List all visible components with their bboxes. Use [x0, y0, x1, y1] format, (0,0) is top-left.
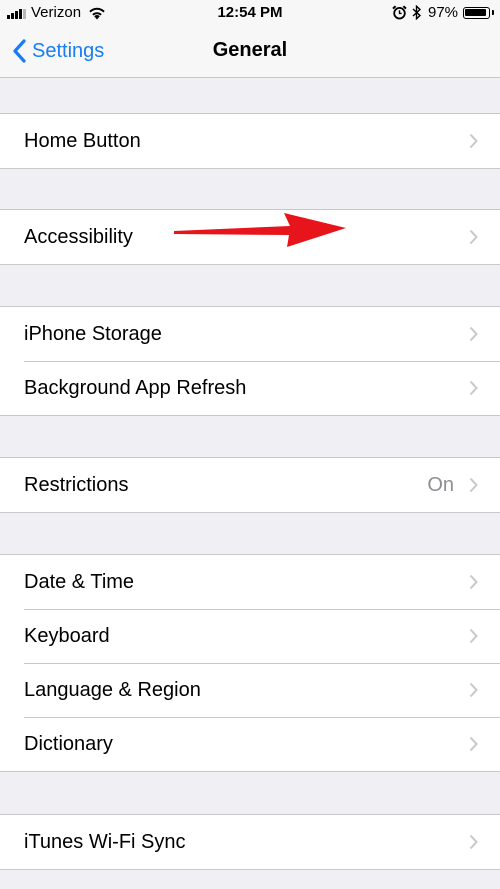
chevron-right-icon [469, 477, 478, 493]
row-itunes-wifi-sync[interactable]: iTunes Wi-Fi Sync [0, 815, 500, 869]
chevron-right-icon [469, 326, 478, 342]
row-label: iTunes Wi-Fi Sync [24, 830, 186, 853]
chevron-right-icon [469, 380, 478, 396]
settings-group-storage: iPhone Storage Background App Refresh [0, 306, 500, 416]
row-restrictions[interactable]: Restrictions On [0, 458, 500, 512]
page-title: General [212, 39, 288, 61]
settings-group-home-button: Home Button [0, 113, 500, 169]
alarm-icon [392, 5, 407, 20]
row-background-app-refresh[interactable]: Background App Refresh [0, 361, 500, 415]
row-iphone-storage[interactable]: iPhone Storage [0, 307, 500, 361]
status-bar: Verizon 12:54 PM 97% [0, 0, 500, 26]
settings-group-date-language: Date & Time Keyboard Language & Region D… [0, 554, 500, 772]
row-label: Restrictions [24, 473, 129, 496]
chevron-right-icon [469, 229, 478, 245]
row-home-button[interactable]: Home Button [0, 114, 500, 168]
chevron-right-icon [469, 628, 478, 644]
chevron-right-icon [469, 574, 478, 590]
annotation-arrow-icon [174, 213, 346, 247]
bluetooth-icon [412, 5, 422, 20]
battery-percent: 97% [428, 4, 459, 21]
row-label: iPhone Storage [24, 322, 162, 345]
chevron-right-icon [469, 736, 478, 752]
row-label: Language & Region [24, 678, 201, 701]
navigation-bar: Settings General [0, 26, 500, 78]
row-label: Background App Refresh [24, 376, 247, 399]
row-label: Dictionary [24, 732, 113, 755]
row-language-region[interactable]: Language & Region [0, 663, 500, 717]
chevron-right-icon [469, 682, 478, 698]
status-time: 12:54 PM [217, 4, 283, 21]
battery-icon [463, 7, 494, 19]
row-label: Home Button [24, 129, 141, 152]
chevron-right-icon [469, 834, 478, 850]
row-value: On [427, 473, 454, 496]
row-label: Date & Time [24, 570, 135, 593]
settings-group-restrictions: Restrictions On [0, 457, 500, 513]
row-label: Accessibility [24, 225, 133, 248]
row-label: Keyboard [24, 624, 110, 647]
settings-group-itunes: iTunes Wi-Fi Sync [0, 814, 500, 870]
row-dictionary[interactable]: Dictionary [0, 717, 500, 771]
row-keyboard[interactable]: Keyboard [0, 609, 500, 663]
chevron-right-icon [469, 133, 478, 149]
row-date-time[interactable]: Date & Time [0, 555, 500, 609]
